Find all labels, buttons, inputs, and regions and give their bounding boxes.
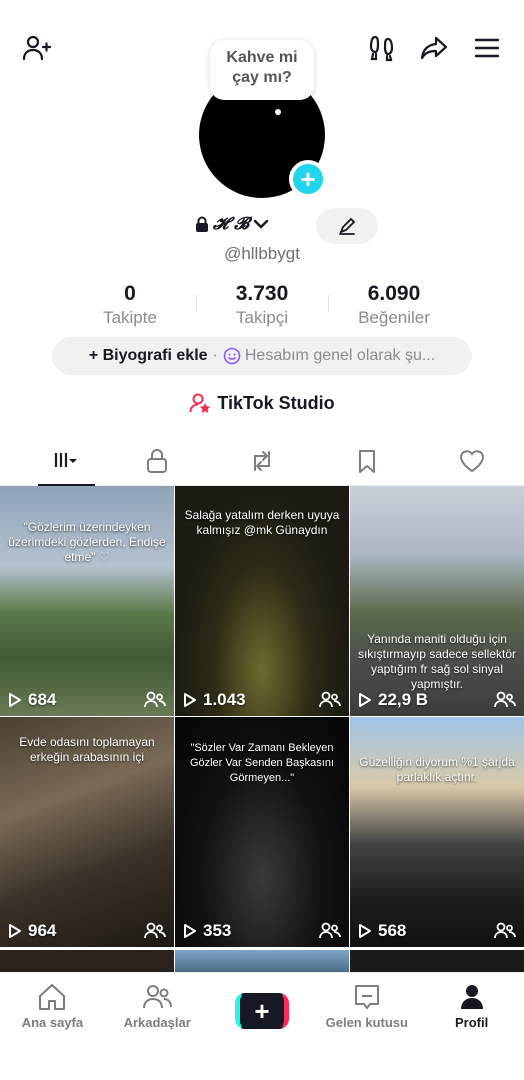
stats-row: 0 Takipte 3.730 Takipçi 6.090 Beğeniler <box>64 282 460 328</box>
friends-only-icon <box>319 922 341 939</box>
studio-icon <box>189 393 211 413</box>
profile-icon <box>460 985 483 1009</box>
nav-friends[interactable]: Arkadaşlar <box>105 973 210 1080</box>
status-text[interactable]: Hesabım genel olarak şu... <box>245 347 435 365</box>
nav-label: Ana sayfa <box>21 1015 84 1030</box>
friends-only-icon <box>144 922 166 939</box>
nav-home[interactable]: Ana sayfa <box>0 973 105 1080</box>
stat-label: Beğeniler <box>358 308 430 327</box>
video-thumbnail[interactable]: Salağa yatalım derken uyuya kalmışız @mk… <box>175 486 349 716</box>
view-count: 22,9 B <box>358 690 428 710</box>
tab-favorites[interactable] <box>314 436 419 485</box>
video-thumbnail[interactable]: Güzelliğin diyorum %1 şarjda parlaklık a… <box>350 717 524 947</box>
bio-separator: · <box>212 347 218 364</box>
video-caption: Yanında maniti olduğu için sıkıştırmayıp… <box>357 632 517 691</box>
next-row-thumbnails <box>0 950 524 972</box>
inbox-icon <box>354 985 379 1009</box>
account-switcher[interactable]: 𝓗 𝓑 <box>195 214 269 234</box>
lock-icon <box>147 448 168 473</box>
home-icon <box>39 984 66 1010</box>
view-count: 964 <box>8 921 56 941</box>
friends-only-icon <box>319 691 341 708</box>
view-count: 568 <box>358 921 406 941</box>
chevron-down-icon <box>253 219 269 229</box>
view-count: 353 <box>183 921 231 941</box>
video-thumbnail[interactable]: Yanında maniti olduğu için sıkıştırmayıp… <box>350 486 524 716</box>
heart-icon <box>459 449 484 472</box>
stat-likes[interactable]: 6.090 Beğeniler <box>328 282 460 328</box>
stat-value: 3.730 <box>235 282 289 305</box>
bio-bar[interactable]: + Biyografi ekle · Hesabım genel olarak … <box>52 337 472 375</box>
video-caption: "Sözler Var Zamanı Bekleyen Gözler Var S… <box>189 742 335 784</box>
stat-label: Takipte <box>103 308 157 327</box>
bookmark-icon <box>358 449 375 473</box>
tiktok-studio-link[interactable]: TikTok Studio <box>0 392 524 414</box>
play-icon <box>9 693 21 707</box>
video-thumbnail[interactable] <box>350 950 524 972</box>
lock-icon <box>195 216 208 232</box>
pencil-icon <box>339 217 356 235</box>
menu-icon[interactable] <box>469 30 505 66</box>
grid-icon <box>55 452 78 467</box>
friends-only-icon <box>144 691 166 708</box>
play-icon <box>359 693 371 707</box>
video-grid: "Gözlerim üzerindeyken üzerimdeki gözler… <box>0 486 524 947</box>
nav-label: Arkadaşlar <box>123 1015 191 1030</box>
add-bio-button[interactable]: + Biyografi ekle <box>89 347 208 365</box>
add-friend-icon[interactable] <box>18 30 54 66</box>
nav-inbox[interactable]: Gelen kutusu <box>314 973 419 1080</box>
note-line-2: çay mı? <box>232 69 292 86</box>
create-button[interactable]: + <box>234 993 289 1029</box>
video-thumbnail[interactable] <box>175 950 349 972</box>
video-thumbnail[interactable] <box>0 950 174 972</box>
nav-label: Gelen kutusu <box>325 1015 408 1030</box>
add-story-icon[interactable]: + <box>289 160 327 198</box>
status-smile-icon <box>223 347 241 365</box>
play-icon <box>9 924 21 938</box>
name-row: 𝓗 𝓑 <box>0 214 524 234</box>
footprints-icon[interactable] <box>364 30 400 66</box>
video-caption: Salağa yatalım derken uyuya kalmışız @mk… <box>184 508 340 537</box>
create-icon: + <box>239 993 284 1029</box>
video-caption: Evde odasını toplamayan erkeğin arabasın… <box>19 735 155 764</box>
video-caption: Güzelliğin diyorum %1 şarjda parlaklık a… <box>359 755 515 784</box>
play-icon <box>184 693 196 707</box>
video-thumbnail[interactable]: "Sözler Var Zamanı Bekleyen Gözler Var S… <box>175 717 349 947</box>
friends-only-icon <box>494 922 516 939</box>
stat-following[interactable]: 0 Takipte <box>64 282 196 328</box>
video-caption: "Gözlerim üzerindeyken üzerimdeki gözler… <box>8 520 166 564</box>
tab-private[interactable] <box>105 436 210 485</box>
stat-label: Takipçi <box>236 308 288 327</box>
tab-videos[interactable] <box>0 436 105 486</box>
play-icon <box>359 924 371 938</box>
repost-icon <box>253 450 270 471</box>
video-thumbnail[interactable]: "Gözlerim üzerindeyken üzerimdeki gözler… <box>0 486 174 716</box>
display-name: 𝓗 𝓑 <box>212 214 250 234</box>
view-count: 684 <box>8 690 56 710</box>
nav-profile[interactable]: Profil <box>419 973 524 1080</box>
stat-followers[interactable]: 3.730 Takipçi <box>196 282 328 328</box>
note-line-1: Kahve mi <box>226 49 298 66</box>
username-handle: @hllbbygt <box>224 244 300 263</box>
nav-label: Profil <box>454 1015 489 1030</box>
edit-profile-button[interactable] <box>316 208 378 244</box>
play-icon <box>184 924 196 938</box>
friends-only-icon <box>494 691 516 708</box>
share-icon[interactable] <box>416 30 452 66</box>
stat-value: 0 <box>124 282 136 305</box>
stat-value: 6.090 <box>367 282 421 305</box>
note-bubble[interactable]: Kahve mi çay mı? <box>210 40 314 100</box>
studio-label: TikTok Studio <box>217 392 335 413</box>
tab-liked[interactable] <box>419 436 524 485</box>
content-tabs <box>0 436 524 486</box>
friends-icon <box>143 985 173 1009</box>
view-count: 1.043 <box>183 690 246 710</box>
video-thumbnail[interactable]: Evde odasını toplamayan erkeğin arabasın… <box>0 717 174 947</box>
nav-create[interactable]: + <box>210 973 315 1080</box>
bubble-tail <box>275 109 281 115</box>
tab-reposts[interactable] <box>210 436 315 485</box>
bottom-nav: Ana sayfa Arkadaşlar + Gelen kutusu Prof… <box>0 972 524 1080</box>
